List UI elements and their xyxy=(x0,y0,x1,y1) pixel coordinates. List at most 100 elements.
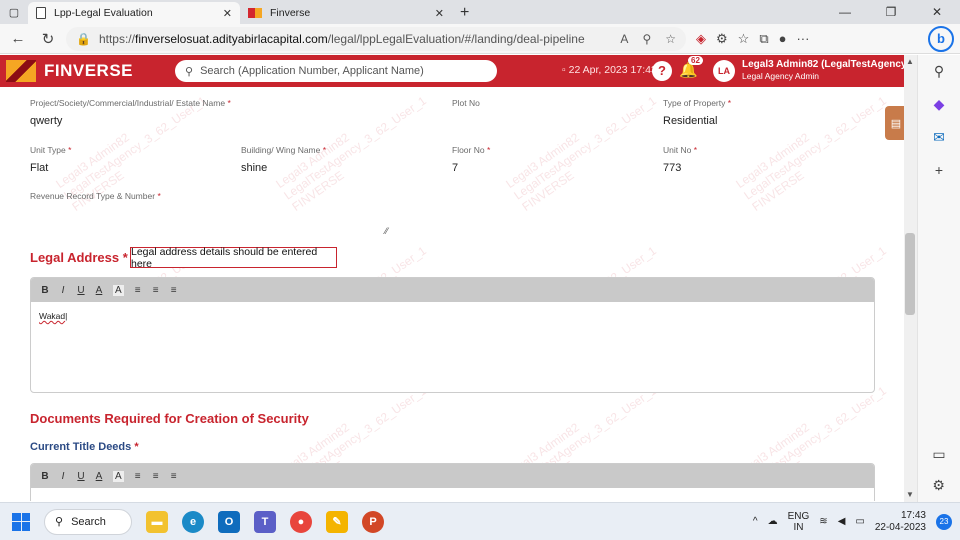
read-aloud-icon[interactable]: A xyxy=(620,32,628,46)
editor-content[interactable]: Wakad| xyxy=(31,302,874,330)
restore-icon[interactable]: ❐ xyxy=(868,0,914,24)
legal-address-editor[interactable]: B I U A A ≡ ≡ ≡ Wakad| xyxy=(30,277,875,393)
sidebar-add-icon[interactable]: + xyxy=(935,162,943,178)
user-role: Legal Agency Admin xyxy=(742,71,820,81)
help-icon[interactable]: ? xyxy=(652,61,672,81)
notification-badge: 62 xyxy=(688,56,703,65)
notification-count-badge[interactable]: 23 xyxy=(936,513,952,530)
powerpoint-icon[interactable]: P xyxy=(362,510,384,533)
field-label: Unit Type * xyxy=(30,145,72,155)
ordered-list-button[interactable]: ≡ xyxy=(134,285,142,296)
zoom-icon[interactable]: ⚲ xyxy=(642,32,651,46)
text-color-button[interactable]: A xyxy=(95,471,103,482)
close-window-icon[interactable]: ✕ xyxy=(914,0,960,24)
bold-button[interactable]: B xyxy=(41,471,49,482)
new-tab-button[interactable]: + xyxy=(452,4,477,24)
close-icon[interactable]: ✕ xyxy=(223,7,232,20)
highlight-button[interactable]: A xyxy=(113,284,124,296)
field-label: Revenue Record Type & Number * xyxy=(30,191,161,201)
unit-no-field[interactable]: Unit No * 773 xyxy=(663,145,843,174)
type-of-property-field[interactable]: Type of Property * Residential xyxy=(663,98,863,127)
user-name: Legal3 Admin82 (LegalTestAgency_3_6 xyxy=(742,59,917,70)
sidebar-search-icon[interactable]: ⚲ xyxy=(934,63,944,80)
file-explorer-icon[interactable]: ▬ xyxy=(146,510,168,533)
finverse-logo-icon xyxy=(248,8,262,18)
project-field[interactable]: Project/Society/Commercial/Industrial/ E… xyxy=(30,98,290,127)
wifi-icon[interactable]: ≋ xyxy=(819,516,827,527)
unit-type-field[interactable]: Unit Type * Flat xyxy=(30,145,210,174)
highlight-button[interactable]: A xyxy=(113,470,124,482)
lock-icon: 🔒 xyxy=(76,31,91,46)
language-indicator[interactable]: ENG IN xyxy=(788,511,810,533)
field-label: Unit No * xyxy=(663,145,698,155)
edge-icon[interactable]: e xyxy=(182,510,204,533)
search-icon: ⚲ xyxy=(55,516,64,528)
tab-finverse[interactable]: Finverse ✕ xyxy=(240,2,452,24)
floor-no-field[interactable]: Floor No * 7 xyxy=(452,145,632,174)
back-arrow-icon[interactable]: ← xyxy=(6,27,30,51)
resize-handle-icon[interactable]: ⁄⁄ xyxy=(385,226,388,236)
favorites-icon[interactable]: ☆ xyxy=(738,31,750,47)
volume-icon[interactable]: ◀ xyxy=(838,516,846,527)
italic-button[interactable]: I xyxy=(59,471,67,482)
app-search-input[interactable]: ⚲ Search (Application Number, Applicant … xyxy=(175,60,497,82)
sidebar-outlook-icon[interactable]: ✉ xyxy=(933,129,945,146)
extensions-icon[interactable]: ⚙ xyxy=(716,31,728,47)
chrome-icon[interactable]: ● xyxy=(290,510,312,533)
tab-lpp-legal-evaluation[interactable]: Lpp-Legal Evaluation ✕ xyxy=(28,2,240,24)
tab-title: Lpp-Legal Evaluation xyxy=(54,7,153,19)
ordered-list-button[interactable]: ≡ xyxy=(134,471,142,482)
revenue-record-field: Revenue Record Type & Number * xyxy=(30,191,330,201)
italic-button[interactable]: I xyxy=(59,285,67,296)
underline-button[interactable]: U xyxy=(77,285,85,296)
network-share-icon[interactable]: ☁ xyxy=(768,516,778,527)
minimize-icon[interactable]: — xyxy=(822,0,868,24)
bing-chat-icon[interactable]: b xyxy=(928,25,954,52)
address-bar[interactable]: 🔒 https://finverselosuat.adityabirlacapi… xyxy=(66,26,686,51)
battery-icon[interactable]: ▭ xyxy=(855,516,864,527)
page-scrollbar-thumb[interactable] xyxy=(905,233,915,315)
paint-icon[interactable]: ✎ xyxy=(326,510,348,533)
header-date: ▫ 22 Apr, 2023 17:43 xyxy=(562,64,657,76)
extension-shield-icon[interactable]: ◈ xyxy=(696,31,706,47)
align-button[interactable]: ≡ xyxy=(170,471,178,482)
sidebar-shopping-icon[interactable]: ◆ xyxy=(934,96,945,113)
outlook-icon[interactable]: O xyxy=(218,510,240,533)
underline-button[interactable]: U xyxy=(77,471,85,482)
scroll-down-icon[interactable]: ▼ xyxy=(906,490,914,499)
refresh-icon[interactable]: ↻ xyxy=(36,27,60,51)
align-button[interactable]: ≡ xyxy=(170,285,178,296)
field-value: qwerty xyxy=(30,115,63,127)
browser-tabstrip: ▢ Lpp-Legal Evaluation ✕ Finverse ✕ + — … xyxy=(0,0,960,24)
windows-start-icon[interactable] xyxy=(12,512,30,531)
avatar[interactable]: LA xyxy=(713,60,735,82)
current-title-deeds-editor[interactable]: B I U A A ≡ ≡ ≡ xyxy=(30,463,875,501)
editor-toolbar: B I U A A ≡ ≡ ≡ xyxy=(31,464,874,488)
user-info[interactable]: Legal3 Admin82 (LegalTestAgency_3_6 Lega… xyxy=(742,59,917,81)
taskbar-search[interactable]: ⚲ Search xyxy=(44,508,132,535)
show-hidden-icons-icon[interactable]: ^ xyxy=(753,516,758,527)
profile-icon[interactable]: ● xyxy=(779,31,787,46)
bullet-list-button[interactable]: ≡ xyxy=(152,285,160,296)
tab-actions-icon[interactable]: ▢ xyxy=(0,0,28,24)
sidebar-layout-icon[interactable]: ▭ xyxy=(932,446,945,463)
scroll-up-icon[interactable]: ▲ xyxy=(906,57,914,66)
field-label: Plot No xyxy=(452,98,480,108)
taskbar-clock[interactable]: 17:43 22-04-2023 xyxy=(875,510,926,534)
bullet-list-button[interactable]: ≡ xyxy=(152,471,160,482)
field-value: Residential xyxy=(663,115,718,127)
more-icon[interactable]: ··· xyxy=(796,31,809,46)
collections-icon[interactable]: ⧉ xyxy=(759,31,768,47)
teams-icon[interactable]: T xyxy=(254,510,276,533)
bold-button[interactable]: B xyxy=(41,285,49,296)
building-wing-field[interactable]: Building/ Wing Name * shine xyxy=(241,145,421,174)
favorite-star-icon[interactable]: ☆ xyxy=(665,32,676,46)
url-text: https://finverselosuat.adityabirlacapita… xyxy=(98,31,585,46)
text-color-button[interactable]: A xyxy=(95,285,103,296)
search-placeholder: Search (Application Number, Applicant Na… xyxy=(200,65,424,77)
plot-no-field[interactable]: Plot No xyxy=(452,98,632,115)
sidebar-settings-icon[interactable]: ⚙ xyxy=(932,477,945,494)
revenue-record-textarea[interactable]: ⁄⁄ xyxy=(30,202,388,236)
field-value: 7 xyxy=(452,162,459,174)
close-icon[interactable]: ✕ xyxy=(435,7,444,20)
